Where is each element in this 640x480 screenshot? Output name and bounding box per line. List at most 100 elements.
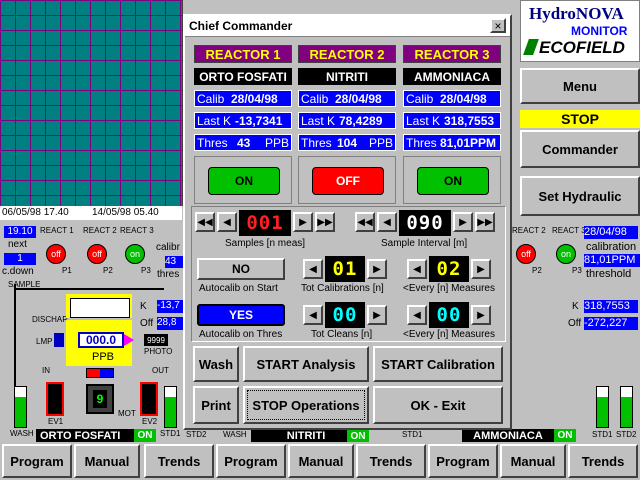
every-clean-label: <Every [n] Measures [403, 329, 495, 340]
std1-tank-r [596, 386, 609, 428]
threshold-value: 81,01PPM [584, 254, 640, 267]
autocalib-start-toggle[interactable]: NO [197, 258, 285, 280]
program-button-1[interactable]: Program [2, 444, 72, 478]
manual-button-1[interactable]: Manual [74, 444, 140, 478]
tot-cleans-label: Tot Cleans [n] [311, 329, 373, 340]
every-calib-up-icon[interactable]: ▶ [471, 259, 491, 279]
reactor1-state-frame: ON [194, 156, 292, 204]
interval-fast-up-icon[interactable]: ▶▶ [475, 212, 495, 232]
ev2-label: EV2 [142, 417, 158, 426]
wash-button[interactable]: Wash [193, 346, 239, 382]
pump2-indicator-r[interactable]: off [516, 244, 536, 264]
samples-fast-up-icon[interactable]: ▶▶ [315, 212, 335, 232]
photo-arrow-icon [124, 334, 134, 346]
tot-cleans-up-icon[interactable]: ▶ [367, 305, 387, 325]
calibration-label: calibration [586, 241, 637, 253]
every-clean-down-icon[interactable]: ◀ [407, 305, 427, 325]
samples-fast-down-icon[interactable]: ◀◀ [195, 212, 215, 232]
reactor3-thres: Thres 81,01PPM [403, 134, 501, 151]
pump2-label: P2 [103, 266, 113, 275]
reactor2-thres: Thres 104 PPB [298, 134, 396, 151]
program-button-3[interactable]: Program [428, 444, 498, 478]
react2-label: REACT 2 [83, 226, 117, 235]
brand-box: HydroNOVA MONITOR ECOFIELD [520, 0, 640, 62]
k-label: K [140, 301, 147, 312]
std2-level-r [621, 397, 632, 427]
wash-tank [14, 386, 27, 428]
reactor3-on-button[interactable]: ON [417, 167, 489, 195]
thres-value: 43 [165, 256, 183, 268]
stop-operations-button[interactable]: STOP Operations [243, 386, 369, 424]
every-clean-up-icon[interactable]: ▶ [471, 305, 491, 325]
chief-commander-dialog: Chief Commander × REACTOR 1 REACTOR 2 RE… [183, 14, 512, 430]
autocalib-thres-toggle[interactable]: YES [197, 304, 285, 326]
reactor2-panel: WASH NITRITI ON STD1 [185, 430, 430, 444]
reactor1-on-button[interactable]: ON [208, 167, 280, 195]
lamp-label: LMP [36, 337, 53, 346]
thres-label: thres [157, 269, 180, 280]
discharge-label: DISCHAR [32, 315, 69, 324]
sample-pipe-top [14, 288, 164, 290]
unit-label: PPB [92, 351, 115, 363]
ok-exit-button[interactable]: OK - Exit [373, 386, 503, 424]
ev1-valve[interactable] [46, 382, 64, 416]
start-analysis-button[interactable]: START Analysis [243, 346, 369, 382]
trends-button-2[interactable]: Trends [356, 444, 426, 478]
reactor3-name: AMMONIACA [462, 429, 554, 442]
samples-down-icon[interactable]: ◀ [217, 212, 237, 232]
start-calibration-button[interactable]: START Calibration [373, 346, 503, 382]
reactor3-lastk: Last K 318,7553 [403, 112, 501, 129]
reactor2-off-button[interactable]: OFF [312, 167, 384, 195]
pump3-label: P3 [141, 266, 151, 275]
wash-level [15, 397, 26, 427]
tot-calib-down-icon[interactable]: ◀ [303, 259, 323, 279]
tot-calib-up-icon[interactable]: ▶ [367, 259, 387, 279]
off-value-r: -272,227 [584, 317, 638, 330]
print-button[interactable]: Print [193, 386, 239, 424]
reactor2-lastk: Last K 78,4289 [298, 112, 396, 129]
pump3-indicator[interactable]: on [125, 244, 145, 264]
motor-value: 9 [93, 390, 107, 408]
react2-label-r: REACT 2 [512, 226, 546, 235]
reactor2-name: NITRITI [298, 68, 396, 85]
pump2-label-r: P2 [532, 266, 542, 275]
std2-label-r: STD2 [616, 430, 637, 439]
reactor1-lastk: Last K -13,7341 [194, 112, 292, 129]
samples-up-icon[interactable]: ▶ [293, 212, 313, 232]
reactor3-header: REACTOR 3 [403, 45, 501, 63]
off-label: Off [140, 318, 154, 329]
std1-level-r [597, 397, 608, 427]
reactor-vessel [70, 298, 130, 318]
trends-button-1[interactable]: Trends [144, 444, 214, 478]
interval-down-icon[interactable]: ◀ [377, 212, 397, 232]
set-hydraulic-button[interactable]: Set Hydraulic [520, 176, 640, 216]
pump3-indicator-r[interactable]: on [556, 244, 576, 264]
calib-date: 28/04/98 [584, 226, 638, 239]
commander-button[interactable]: Commander [520, 130, 640, 168]
std1-label-2: STD1 [402, 430, 423, 439]
menu-button[interactable]: Menu [520, 68, 640, 104]
pump1-indicator[interactable]: off [46, 244, 66, 264]
interval-fast-down-icon[interactable]: ◀◀ [355, 212, 375, 232]
manual-button-2[interactable]: Manual [288, 444, 354, 478]
measurement-reading: 000.0 [78, 332, 124, 348]
close-icon[interactable]: × [490, 18, 506, 33]
cdown-label: c.down [2, 266, 34, 277]
motor-label: MOT [118, 409, 136, 418]
trends-button-3[interactable]: Trends [568, 444, 638, 478]
every-calib-down-icon[interactable]: ◀ [407, 259, 427, 279]
calibr-label: calibr [156, 242, 180, 253]
cdown-value: 1 [4, 253, 36, 265]
interval-up-icon[interactable]: ▶ [453, 212, 473, 232]
manual-button-3[interactable]: Manual [500, 444, 566, 478]
tot-cleans-down-icon[interactable]: ◀ [303, 305, 323, 325]
stop-indicator[interactable]: STOP [520, 110, 640, 128]
reactor3-name: AMMONIACA [403, 68, 501, 85]
reactor3-panel: REACT 2 REACT 3 off on P2 P3 28/04/98 ca… [512, 220, 640, 442]
ev2-valve[interactable] [140, 382, 158, 416]
pump2-indicator[interactable]: off [87, 244, 107, 264]
program-button-2[interactable]: Program [216, 444, 286, 478]
reactor2-header: REACTOR 2 [298, 45, 396, 63]
brand-ecofield: ECOFIELD [539, 38, 625, 57]
mixer-icon [86, 368, 114, 378]
